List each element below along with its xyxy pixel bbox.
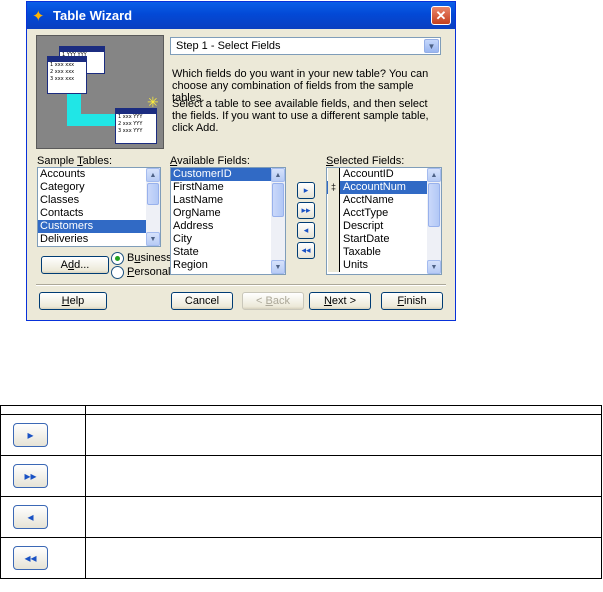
row-move-icon[interactable]: ‡ xyxy=(328,181,340,194)
add-field-button[interactable]: ▸ xyxy=(297,182,315,199)
help-button[interactable]: Help xyxy=(39,292,107,310)
next-button[interactable]: Next > xyxy=(309,292,371,310)
list-item-selected[interactable]: ‡ AccountNum xyxy=(327,181,441,194)
wizard-illustration: 1 YYY YYY 1 xxx xxx 2 xxx xxx 3 xxx xxx … xyxy=(36,35,164,149)
list-item[interactable]: StartDate xyxy=(327,233,441,246)
button-legend-table: ▸ ▸▸ ◂ ◂◂ xyxy=(0,405,602,579)
list-item[interactable]: Accounts xyxy=(38,168,160,181)
personal-radio-label[interactable]: Personal xyxy=(127,266,170,278)
scroll-thumb[interactable] xyxy=(428,183,440,227)
sparkle-icon: ✳ xyxy=(147,94,159,110)
scroll-thumb[interactable] xyxy=(147,183,159,205)
add-all-fields-button[interactable]: ▸▸ xyxy=(297,202,315,219)
remove-field-icon: ◂ xyxy=(13,505,48,529)
sample-tables-label: Sample Tables: xyxy=(37,155,113,167)
illustration-table-card: 1 xxx YYY 2 xxx YYY 3 xxx YYY xyxy=(115,108,157,144)
back-button[interactable]: < Back xyxy=(242,292,304,310)
illustration-table-card: 1 xxx xxx 2 xxx xxx 3 xxx xxx xyxy=(47,56,87,94)
add-field-icon: ▸ xyxy=(13,423,48,447)
list-item[interactable]: Taxable xyxy=(327,246,441,259)
window-title: Table Wizard xyxy=(53,8,133,23)
scroll-up-icon[interactable]: ▲ xyxy=(271,168,285,182)
list-item[interactable]: State xyxy=(171,246,285,259)
scroll-up-icon[interactable]: ▲ xyxy=(146,168,160,182)
footer-divider xyxy=(36,284,446,286)
finish-button[interactable]: Finish xyxy=(381,292,443,310)
chevron-down-icon[interactable]: ▼ xyxy=(424,39,439,53)
add-all-fields-icon: ▸▸ xyxy=(13,464,48,488)
scroll-down-icon[interactable]: ▼ xyxy=(271,260,285,274)
remove-all-fields-button[interactable]: ◂◂ xyxy=(297,242,315,259)
close-button[interactable]: ✕ xyxy=(431,6,451,25)
list-item-selected[interactable]: Customers xyxy=(38,220,160,233)
list-item[interactable]: AcctType xyxy=(327,207,441,220)
vertical-scrollbar[interactable]: ▲ ▼ xyxy=(427,168,441,274)
legend-header-row xyxy=(0,405,602,415)
cancel-button[interactable]: Cancel xyxy=(171,292,233,310)
list-item[interactable]: Units xyxy=(327,259,441,272)
available-fields-label: Available Fields: xyxy=(170,155,250,167)
scroll-up-icon[interactable]: ▲ xyxy=(427,168,441,182)
step-dropdown-value: Step 1 - Select Fields xyxy=(176,40,281,52)
table-row: ▸▸ xyxy=(0,455,602,497)
table-wizard-window: ✦ Table Wizard ✕ 1 YYY YYY 1 xxx xxx 2 x… xyxy=(26,1,456,321)
wizard-wand-icon: ✦ xyxy=(32,8,45,25)
scroll-down-icon[interactable]: ▼ xyxy=(427,260,441,274)
list-item[interactable]: Address xyxy=(171,220,285,233)
scroll-thumb[interactable] xyxy=(272,183,284,217)
list-item[interactable]: Deliveries xyxy=(38,233,160,246)
business-radio-label[interactable]: Business xyxy=(127,252,172,264)
vertical-scrollbar[interactable]: ▲ ▼ xyxy=(271,168,285,274)
list-item[interactable]: Category xyxy=(38,181,160,194)
table-row: ▸ xyxy=(0,414,602,456)
sample-tables-list[interactable]: Accounts Category Classes Contacts Custo… xyxy=(37,167,161,247)
add-table-button[interactable]: Add... xyxy=(41,256,109,274)
list-item[interactable]: Classes xyxy=(38,194,160,207)
scroll-down-icon[interactable]: ▼ xyxy=(146,232,160,246)
business-radio[interactable] xyxy=(111,252,124,265)
list-item[interactable]: Region xyxy=(171,259,285,272)
list-item[interactable]: Descript xyxy=(327,220,441,233)
step-dropdown[interactable]: Step 1 - Select Fields ▼ xyxy=(170,37,441,55)
list-item[interactable]: City xyxy=(171,233,285,246)
selected-fields-list[interactable]: AccountID ‡ AccountNum AcctName AcctType … xyxy=(326,167,442,275)
table-row: ◂ xyxy=(0,496,602,538)
personal-radio[interactable] xyxy=(111,266,124,279)
list-item[interactable]: AccountID xyxy=(327,168,441,181)
vertical-scrollbar[interactable]: ▲ ▼ xyxy=(146,168,160,246)
remove-all-fields-icon: ◂◂ xyxy=(13,546,48,570)
table-row: ◂◂ xyxy=(0,537,602,579)
list-item[interactable]: Contacts xyxy=(38,207,160,220)
instructions-paragraph-2: Select a table to see available fields, … xyxy=(172,98,429,134)
list-item[interactable]: OrgName xyxy=(171,207,285,220)
remove-field-button[interactable]: ◂ xyxy=(297,222,315,239)
list-item[interactable]: AcctName xyxy=(327,194,441,207)
selected-fields-label: Selected Fields: xyxy=(326,155,405,167)
available-fields-list[interactable]: CustomerID FirstName LastName OrgName Ad… xyxy=(170,167,286,275)
list-item[interactable]: FirstName xyxy=(171,181,285,194)
list-item-selected[interactable]: CustomerID xyxy=(171,168,285,181)
title-bar[interactable]: ✦ Table Wizard ✕ xyxy=(27,2,455,29)
list-item[interactable]: LastName xyxy=(171,194,285,207)
